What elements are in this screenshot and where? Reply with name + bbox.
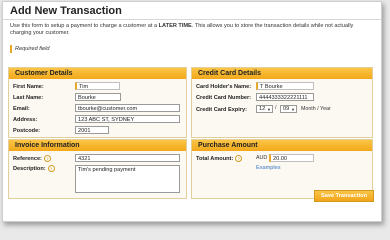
intro-text-start: Use this form to setup a payment to char… [10,23,159,29]
help-icon[interactable]: ? [43,155,51,162]
reference-label: Reference: [13,155,42,162]
total-amount-label: Total Amount: [196,155,234,162]
chevron-down-icon: ▼ [267,107,271,112]
title-divider [3,19,381,20]
total-amount-input[interactable]: 20.00 [269,154,314,162]
customer-details-panel: Customer Details First Name: Tim Last Na… [8,67,187,138]
intro-text-emphasis: LATER TIME [158,23,192,29]
examples-link[interactable]: Examples [256,165,281,171]
expiry-month-select[interactable]: 12 ▼ [256,105,273,113]
address-input[interactable]: 123 ABC ST, SYDNEY [75,115,180,123]
credit-card-details-panel: Credit Card Details Card Holder's Name: … [191,67,373,138]
last-name-input[interactable]: Bourke [75,93,121,101]
email-label: Email: [13,105,30,112]
expiry-year-select[interactable]: 09 ▼ [280,105,297,113]
required-field-note: Required field [10,45,50,53]
save-transaction-button[interactable]: Save Transaction [314,190,375,202]
help-icon[interactable]: ? [235,155,243,162]
expiry-separator: / [275,105,277,111]
postcode-input[interactable]: 2001 [75,126,109,134]
card-number-input[interactable]: 4444333322221111 [256,93,314,101]
card-holder-input[interactable]: T Bourke [256,82,314,90]
customer-details-heading: Customer Details [9,68,186,79]
help-icon[interactable]: ? [47,165,55,172]
email-input[interactable]: tbourke@customer.com [75,104,180,112]
invoice-information-heading: Invoice Information [9,140,186,151]
last-name-label: Last Name: [13,94,44,101]
credit-card-details-heading: Credit Card Details [192,68,372,79]
invoice-information-panel: Invoice Information Reference:? 4321 Des… [8,139,187,199]
address-label: Address: [13,116,38,123]
add-transaction-window: Add New Transaction Use this form to set… [2,1,382,222]
chevron-down-icon: ▼ [291,107,295,112]
card-holder-label: Card Holder's Name: [196,83,252,90]
currency-label: AUD [256,155,268,161]
intro-text: Use this form to setup a payment to char… [10,23,372,37]
purchase-amount-heading: Purchase Amount [192,140,372,151]
expiry-month-value: 12 [259,106,266,112]
reference-input[interactable]: 4321 [75,154,180,162]
card-number-label: Credit Card Number: [196,94,252,101]
card-expiry-label: Credit Card Expiry: [196,106,247,113]
page-title: Add New Transaction [10,5,122,17]
postcode-label: Postcode: [13,127,41,134]
expiry-hint: Month / Year [301,106,331,112]
expiry-year-value: 09 [283,106,290,112]
description-textarea[interactable]: Tim's pending payment [75,165,180,193]
description-label: Description: [13,165,46,172]
first-name-input[interactable]: Tim [75,82,120,90]
first-name-label: First Name: [13,83,44,90]
